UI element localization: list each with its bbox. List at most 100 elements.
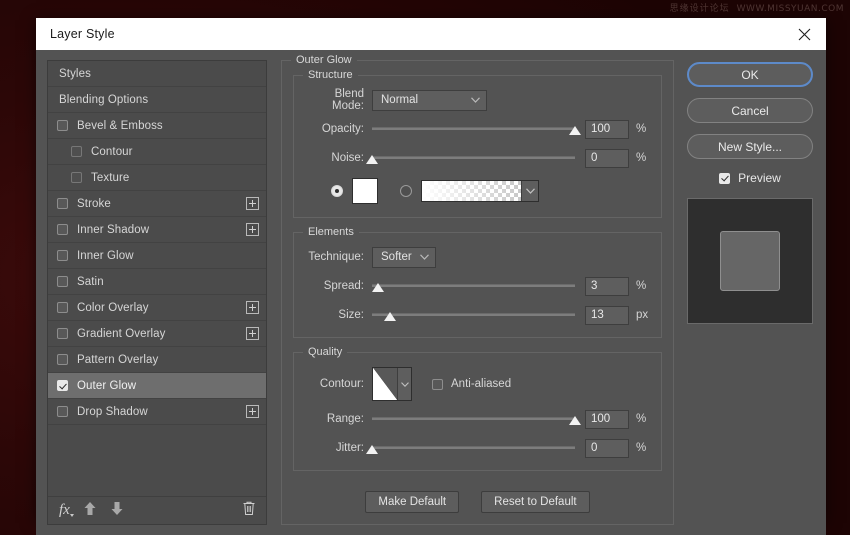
style-row-label: Gradient Overlay bbox=[77, 328, 246, 340]
layer-style-dialog: Layer Style Styles Blending Options Bevel … bbox=[36, 18, 826, 521]
style-toggle-checkbox[interactable] bbox=[57, 302, 68, 313]
style-toggle-checkbox[interactable] bbox=[71, 172, 82, 183]
gradient-picker[interactable] bbox=[421, 180, 539, 202]
slider-handle[interactable] bbox=[384, 312, 396, 321]
slider-track bbox=[372, 446, 575, 449]
spread-input[interactable]: 3 bbox=[585, 277, 629, 296]
style-row-contour[interactable]: Contour bbox=[48, 139, 266, 165]
style-row-blending-options[interactable]: Blending Options bbox=[48, 87, 266, 113]
style-row-outer-glow[interactable]: Outer Glow bbox=[48, 373, 266, 399]
slider-handle[interactable] bbox=[366, 445, 378, 454]
reset-to-default-button[interactable]: Reset to Default bbox=[481, 491, 589, 513]
preview-checkbox[interactable] bbox=[719, 173, 730, 184]
style-row-color-overlay[interactable]: Color Overlay bbox=[48, 295, 266, 321]
dialog-titlebar: Layer Style bbox=[36, 18, 826, 50]
add-effect-icon[interactable] bbox=[246, 223, 259, 236]
glow-color-swatch[interactable] bbox=[352, 178, 378, 204]
style-row-inner-shadow[interactable]: Inner Shadow bbox=[48, 217, 266, 243]
elements-group: Elements Technique: Softer Spread: bbox=[293, 232, 662, 338]
opacity-slider[interactable] bbox=[372, 120, 575, 138]
style-toggle-checkbox[interactable] bbox=[57, 276, 68, 287]
chevron-down-icon[interactable] bbox=[521, 181, 538, 201]
anti-aliased-checkbox[interactable] bbox=[432, 379, 443, 390]
add-effect-icon[interactable] bbox=[246, 327, 259, 340]
style-toggle-checkbox[interactable] bbox=[57, 250, 68, 261]
contour-picker[interactable] bbox=[372, 367, 412, 401]
slider-handle[interactable] bbox=[366, 155, 378, 164]
watermark-url: WWW.MISSYUAN.COM bbox=[737, 4, 844, 14]
move-up-icon[interactable] bbox=[83, 501, 97, 521]
contour-curve-thumbnail bbox=[373, 368, 397, 400]
new-style-button[interactable]: New Style... bbox=[687, 134, 813, 159]
add-effect-icon[interactable] bbox=[246, 405, 259, 418]
style-toggle-checkbox[interactable] bbox=[57, 328, 68, 339]
style-row-pattern-overlay[interactable]: Pattern Overlay bbox=[48, 347, 266, 373]
range-slider[interactable] bbox=[372, 410, 575, 428]
size-input[interactable]: 13 bbox=[585, 306, 629, 325]
blend-mode-select[interactable]: Normal bbox=[372, 90, 487, 111]
slider-handle[interactable] bbox=[569, 126, 581, 135]
style-row-label: Styles bbox=[59, 68, 259, 80]
style-row-styles[interactable]: Styles bbox=[48, 61, 266, 87]
color-fill-radio[interactable] bbox=[331, 185, 343, 197]
style-row-stroke[interactable]: Stroke bbox=[48, 191, 266, 217]
page-title: Layer Style bbox=[50, 27, 115, 41]
trash-icon[interactable] bbox=[242, 501, 256, 521]
quality-title: Quality bbox=[303, 346, 347, 358]
style-row-drop-shadow[interactable]: Drop Shadow bbox=[48, 399, 266, 425]
spread-unit: % bbox=[629, 280, 651, 292]
style-row-label: Drop Shadow bbox=[77, 406, 246, 418]
opacity-label: Opacity: bbox=[304, 123, 372, 135]
preview-shape bbox=[720, 231, 780, 291]
style-row-satin[interactable]: Satin bbox=[48, 269, 266, 295]
style-toggle-checkbox[interactable] bbox=[57, 406, 68, 417]
style-toggle-checkbox[interactable] bbox=[57, 120, 68, 131]
chevron-down-icon[interactable] bbox=[397, 368, 411, 400]
add-effect-icon[interactable] bbox=[246, 301, 259, 314]
style-row-inner-glow[interactable]: Inner Glow bbox=[48, 243, 266, 269]
style-row-label: Bevel & Emboss bbox=[77, 120, 259, 132]
style-toggle-checkbox[interactable] bbox=[57, 198, 68, 209]
style-toggle-checkbox[interactable] bbox=[57, 354, 68, 365]
style-toggle-checkbox[interactable] bbox=[71, 146, 82, 157]
close-icon[interactable] bbox=[782, 18, 826, 50]
ok-button[interactable]: OK bbox=[687, 62, 813, 87]
jitter-input[interactable]: 0 bbox=[585, 439, 629, 458]
styles-footer: fx bbox=[48, 496, 266, 524]
make-default-button[interactable]: Make Default bbox=[365, 491, 459, 513]
jitter-row: Jitter: 0 % bbox=[304, 437, 651, 459]
preview-control[interactable]: Preview bbox=[719, 171, 781, 185]
slider-handle[interactable] bbox=[569, 416, 581, 425]
preview-panel bbox=[687, 198, 813, 324]
anti-aliased-label: Anti-aliased bbox=[451, 378, 511, 390]
range-input[interactable]: 100 bbox=[585, 410, 629, 429]
style-row-bevel-emboss[interactable]: Bevel & Emboss bbox=[48, 113, 266, 139]
style-row-texture[interactable]: Texture bbox=[48, 165, 266, 191]
fx-icon[interactable]: fx bbox=[59, 503, 70, 518]
noise-input[interactable]: 0 bbox=[585, 149, 629, 168]
slider-handle[interactable] bbox=[372, 283, 384, 292]
spread-slider[interactable] bbox=[372, 277, 575, 295]
cancel-button[interactable]: Cancel bbox=[687, 98, 813, 123]
size-label: Size: bbox=[304, 309, 372, 321]
style-row-label: Texture bbox=[91, 172, 259, 184]
move-down-icon[interactable] bbox=[110, 501, 124, 521]
noise-slider[interactable] bbox=[372, 149, 575, 167]
glow-fill-row bbox=[304, 176, 651, 206]
outer-glow-settings: Outer Glow Structure Blend Mode: Normal bbox=[267, 60, 685, 525]
add-effect-icon[interactable] bbox=[246, 197, 259, 210]
gradient-fill-radio[interactable] bbox=[400, 185, 412, 197]
opacity-input[interactable]: 100 bbox=[585, 120, 629, 139]
style-toggle-checkbox[interactable] bbox=[57, 224, 68, 235]
style-toggle-checkbox[interactable] bbox=[57, 380, 68, 391]
style-row-label: Blending Options bbox=[59, 94, 259, 106]
anti-aliased-control[interactable]: Anti-aliased bbox=[432, 378, 511, 390]
technique-select[interactable]: Softer bbox=[372, 247, 436, 268]
style-row-label: Pattern Overlay bbox=[77, 354, 259, 366]
size-slider[interactable] bbox=[372, 306, 575, 324]
chevron-down-icon bbox=[468, 97, 482, 103]
jitter-slider[interactable] bbox=[372, 439, 575, 457]
style-row-gradient-overlay[interactable]: Gradient Overlay bbox=[48, 321, 266, 347]
range-label: Range: bbox=[304, 413, 372, 425]
noise-row: Noise: 0 % bbox=[304, 147, 651, 169]
